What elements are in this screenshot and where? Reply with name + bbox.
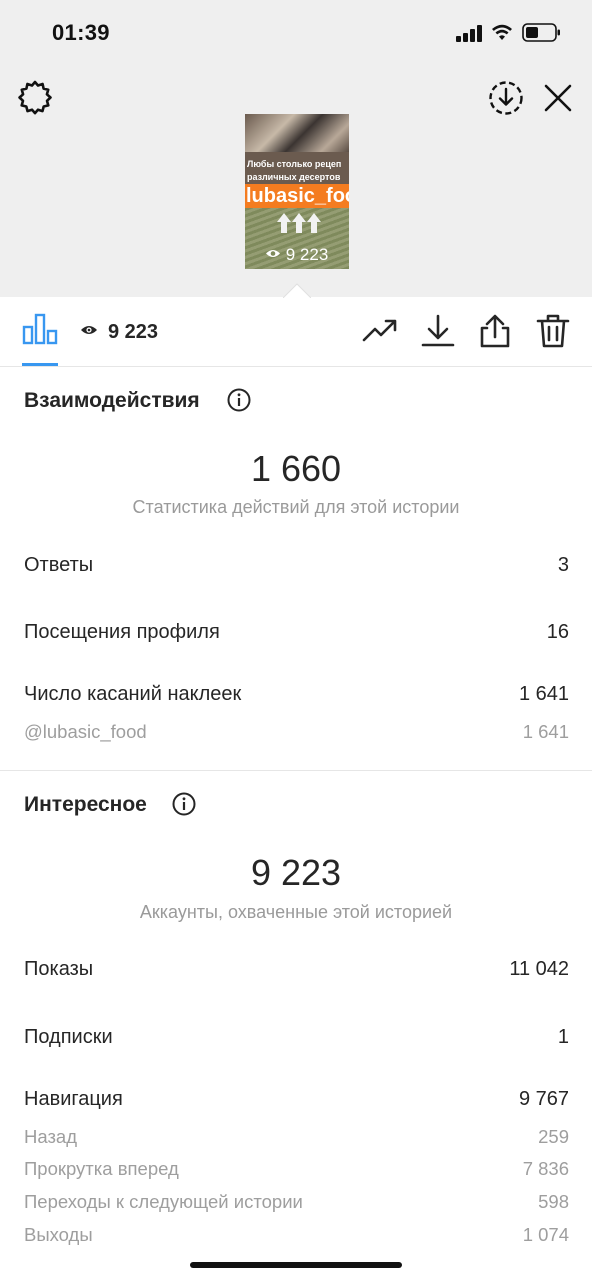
stat-row-sticker-taps: Число касаний наклеек 1 641 xyxy=(24,683,569,711)
stat-value: 1 xyxy=(557,1026,569,1048)
home-indicator[interactable] xyxy=(190,1262,402,1268)
stat-sublabel: Прокрутка вперед xyxy=(24,1158,179,1179)
story-caption-line2: различных десертов xyxy=(247,172,341,182)
stat-row-profile-visits: Посещения профиля 16 xyxy=(24,621,569,649)
download-circle-icon[interactable] xyxy=(487,79,525,117)
trash-icon[interactable] xyxy=(535,313,571,349)
stat-subvalue: 598 xyxy=(538,1191,569,1212)
wifi-icon xyxy=(492,24,512,40)
cellular-signal-icon xyxy=(456,24,484,42)
insights-tab-indicator xyxy=(22,363,58,366)
discovery-total: 9 223 xyxy=(250,852,342,893)
stat-subrow-next-story: Переходы к следующей истории 598 xyxy=(24,1191,569,1219)
views-count: 9 223 xyxy=(108,321,159,343)
stat-label: Показы xyxy=(24,958,94,980)
selected-story-pointer xyxy=(283,283,311,298)
stat-subvalue: 1 641 xyxy=(522,721,569,742)
interactions-total: 1 660 xyxy=(250,448,342,489)
stat-label: Ответы xyxy=(24,554,94,576)
stat-label: Подписки xyxy=(24,1026,113,1048)
download-icon[interactable] xyxy=(420,313,456,349)
discovery-caption: Аккаунты, охваченные этой историей xyxy=(139,902,453,922)
stat-row-replies: Ответы 3 xyxy=(24,554,569,582)
interactions-caption: Статистика действий для этой истории xyxy=(132,497,460,517)
stat-sublabel: Назад xyxy=(24,1126,78,1147)
stat-row-follows: Подписки 1 xyxy=(24,1026,569,1054)
status-bar: 01:39 xyxy=(0,0,592,66)
stat-value: 1 641 xyxy=(518,683,569,705)
story-toolbar: 9 223 xyxy=(0,297,592,367)
section-divider xyxy=(0,770,592,771)
stat-label: Навигация xyxy=(24,1088,123,1110)
swipe-up-arrows-icon xyxy=(277,213,321,233)
stat-row-navigation: Навигация 9 767 xyxy=(24,1088,569,1116)
stat-value: 11 042 xyxy=(509,958,569,980)
interactions-title: Взаимодействия xyxy=(24,389,200,412)
stat-row-impressions: Показы 11 042 xyxy=(24,958,569,986)
stat-sublabel[interactable]: @lubasic_food xyxy=(24,721,147,743)
stat-value: 9 767 xyxy=(518,1088,569,1110)
stat-subrow-forward: Прокрутка вперед 7 836 xyxy=(24,1158,569,1186)
stat-label: Посещения профиля xyxy=(24,621,220,643)
settings-gear-icon[interactable] xyxy=(16,79,54,117)
stat-value: 3 xyxy=(557,554,569,576)
bar-chart-icon[interactable] xyxy=(22,313,58,345)
battery-icon xyxy=(522,23,560,42)
story-thumbnail[interactable]: Любы столько рецеп различных десертов lu… xyxy=(245,114,349,269)
stat-label: Число касаний наклеек xyxy=(24,683,242,705)
trending-icon[interactable] xyxy=(362,313,398,349)
discovery-title: Интересное xyxy=(24,793,147,816)
stat-sublabel: Выходы xyxy=(24,1224,93,1245)
stat-subrow-exits: Выходы 1 074 xyxy=(24,1224,569,1252)
share-icon[interactable] xyxy=(477,313,513,349)
stat-value: 16 xyxy=(546,621,569,643)
story-caption-line1: Любы столько рецеп xyxy=(247,159,342,169)
info-icon[interactable] xyxy=(227,388,251,412)
stat-subvalue: 1 074 xyxy=(522,1224,569,1245)
stat-subrow-back: Назад 259 xyxy=(24,1126,569,1154)
info-icon[interactable] xyxy=(172,792,196,816)
status-time: 01:39 xyxy=(52,20,110,45)
eye-icon xyxy=(266,250,280,257)
stat-subvalue: 259 xyxy=(538,1126,569,1147)
story-views-overlay: 9 223 xyxy=(265,245,328,265)
close-icon[interactable] xyxy=(541,81,575,115)
story-photo xyxy=(245,114,349,152)
story-views-count: 9 223 xyxy=(285,245,329,264)
stat-sublabel: Переходы к следующей истории xyxy=(24,1191,303,1212)
stat-subvalue: 7 836 xyxy=(522,1158,569,1179)
story-handle-sticker: lubasic_food xyxy=(245,184,349,208)
eye-icon xyxy=(81,326,97,334)
stat-subrow-mention-sticker[interactable]: @lubasic_food 1 641 xyxy=(24,721,569,749)
